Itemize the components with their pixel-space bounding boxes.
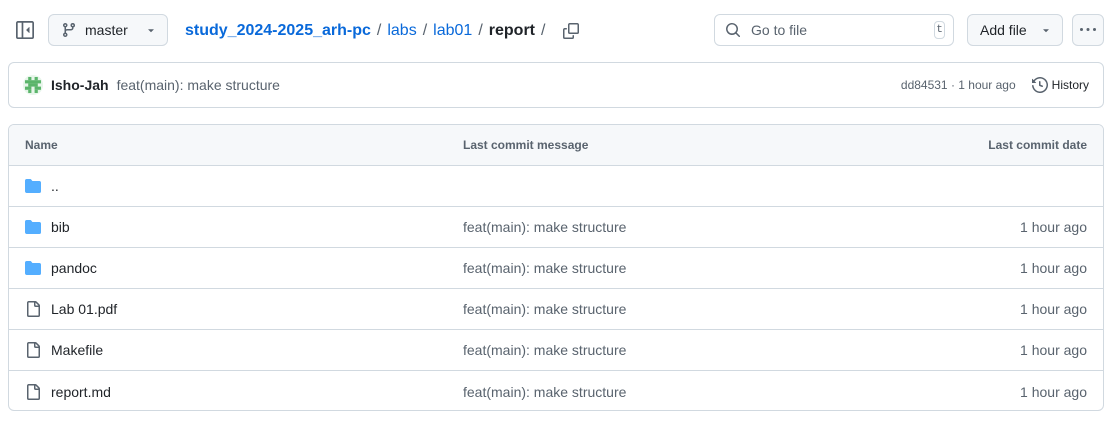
header-last-commit-date: Last commit date <box>988 138 1087 152</box>
header-name: Name <box>25 138 58 152</box>
file-icon <box>25 383 41 400</box>
sidebar-toggle-icon[interactable] <box>14 19 36 41</box>
commit-date: 1 hour ago <box>1020 219 1087 235</box>
table-header: Name Last commit message Last commit dat… <box>9 125 1103 166</box>
commit-message-link[interactable]: feat(main): make structure <box>463 342 626 358</box>
file-name-link[interactable]: Makefile <box>51 342 103 358</box>
file-name-link[interactable]: bib <box>51 219 70 235</box>
file-name-link[interactable]: report.md <box>51 384 111 400</box>
breadcrumb-labs-link[interactable]: labs <box>387 22 416 40</box>
commit-date: 1 hour ago <box>1020 260 1087 276</box>
file-icon <box>25 301 41 317</box>
folder-icon <box>25 219 41 235</box>
top-bar: master study_2024-2025_arh-pc / labs / l… <box>0 0 1120 62</box>
go-to-file-search[interactable]: t <box>714 14 954 46</box>
header-last-commit-message: Last commit message <box>463 138 589 152</box>
add-file-label: Add file <box>980 22 1027 38</box>
history-button[interactable]: History <box>1031 77 1089 93</box>
breadcrumb-separator: / <box>422 22 428 39</box>
latest-commit-bar: Isho-Jah feat(main): make structure dd84… <box>8 62 1104 108</box>
file-name-link[interactable]: pandoc <box>51 260 97 276</box>
table-row[interactable]: report.md feat(main): make structure 1 hou… <box>9 371 1103 410</box>
name-cell: report.md <box>25 383 111 400</box>
breadcrumb-repo-link[interactable]: study_2024-2025_arh-pc <box>185 22 371 40</box>
commit-meta: dd84531 · 1 hour ago History <box>901 77 1089 93</box>
go-to-file-input[interactable] <box>749 21 934 39</box>
caret-down-icon <box>145 24 157 36</box>
commit-date: 1 hour ago <box>1020 383 1087 400</box>
breadcrumb-separator: / <box>376 22 382 39</box>
commit-author-link[interactable]: Isho-Jah <box>51 77 109 93</box>
keyboard-shortcut-hint: t <box>934 21 945 39</box>
branch-name: master <box>85 22 128 38</box>
commit-date: 1 hour ago <box>1020 342 1087 358</box>
table-row[interactable]: Makefile feat(main): make structure 1 hour… <box>9 330 1103 371</box>
more-options-button[interactable] <box>1072 14 1104 46</box>
name-cell: Makefile <box>25 342 103 358</box>
commit-message-link[interactable]: feat(main): make structure <box>463 384 626 400</box>
add-file-button[interactable]: Add file <box>967 14 1063 46</box>
avatar[interactable] <box>23 75 43 95</box>
table-body: .. bib feat(main): make structure 1 hour ag… <box>9 166 1103 410</box>
commit-message-link[interactable]: feat(main): make structure <box>117 77 280 93</box>
file-table: Name Last commit message Last commit dat… <box>8 124 1104 411</box>
breadcrumb-lab01-link[interactable]: lab01 <box>433 22 472 40</box>
breadcrumb-separator: / <box>541 22 546 39</box>
branch-selector-button[interactable]: master <box>48 14 168 46</box>
commit-sha-link[interactable]: dd84531 · 1 hour ago <box>901 78 1016 92</box>
commit-date: 1 hour ago <box>1020 301 1087 317</box>
table-row[interactable]: Lab 01.pdf feat(main): make structure 1 ho… <box>9 289 1103 330</box>
commit-message-link[interactable]: feat(main): make structure <box>463 219 626 235</box>
file-icon <box>25 342 41 358</box>
git-branch-icon <box>61 22 77 38</box>
name-cell: pandoc <box>25 260 97 276</box>
file-name-link[interactable]: .. <box>51 178 59 194</box>
commit-message-link[interactable]: feat(main): make structure <box>463 260 626 276</box>
copy-path-icon[interactable] <box>561 21 581 41</box>
folder-icon <box>25 260 41 276</box>
name-cell: .. <box>25 178 59 194</box>
name-cell: Lab 01.pdf <box>25 301 117 317</box>
table-row[interactable]: pandoc feat(main): make structure 1 hour a… <box>9 248 1103 289</box>
history-icon <box>1031 77 1048 93</box>
table-row[interactable]: .. <box>9 166 1103 207</box>
table-row[interactable]: bib feat(main): make structure 1 hour ago <box>9 207 1103 248</box>
history-label: History <box>1051 78 1089 92</box>
search-icon <box>725 22 741 38</box>
breadcrumb-separator: / <box>478 22 483 39</box>
commit-message-link[interactable]: feat(main): make structure <box>463 301 626 317</box>
folder-icon <box>25 178 41 194</box>
caret-down-icon <box>1040 24 1052 36</box>
file-name-link[interactable]: Lab 01.pdf <box>51 301 117 317</box>
kebab-horizontal-icon <box>1080 22 1096 38</box>
breadcrumb-current: report <box>488 22 535 39</box>
breadcrumb: study_2024-2025_arh-pc / labs / lab01 / … <box>185 18 581 44</box>
name-cell: bib <box>25 219 70 235</box>
